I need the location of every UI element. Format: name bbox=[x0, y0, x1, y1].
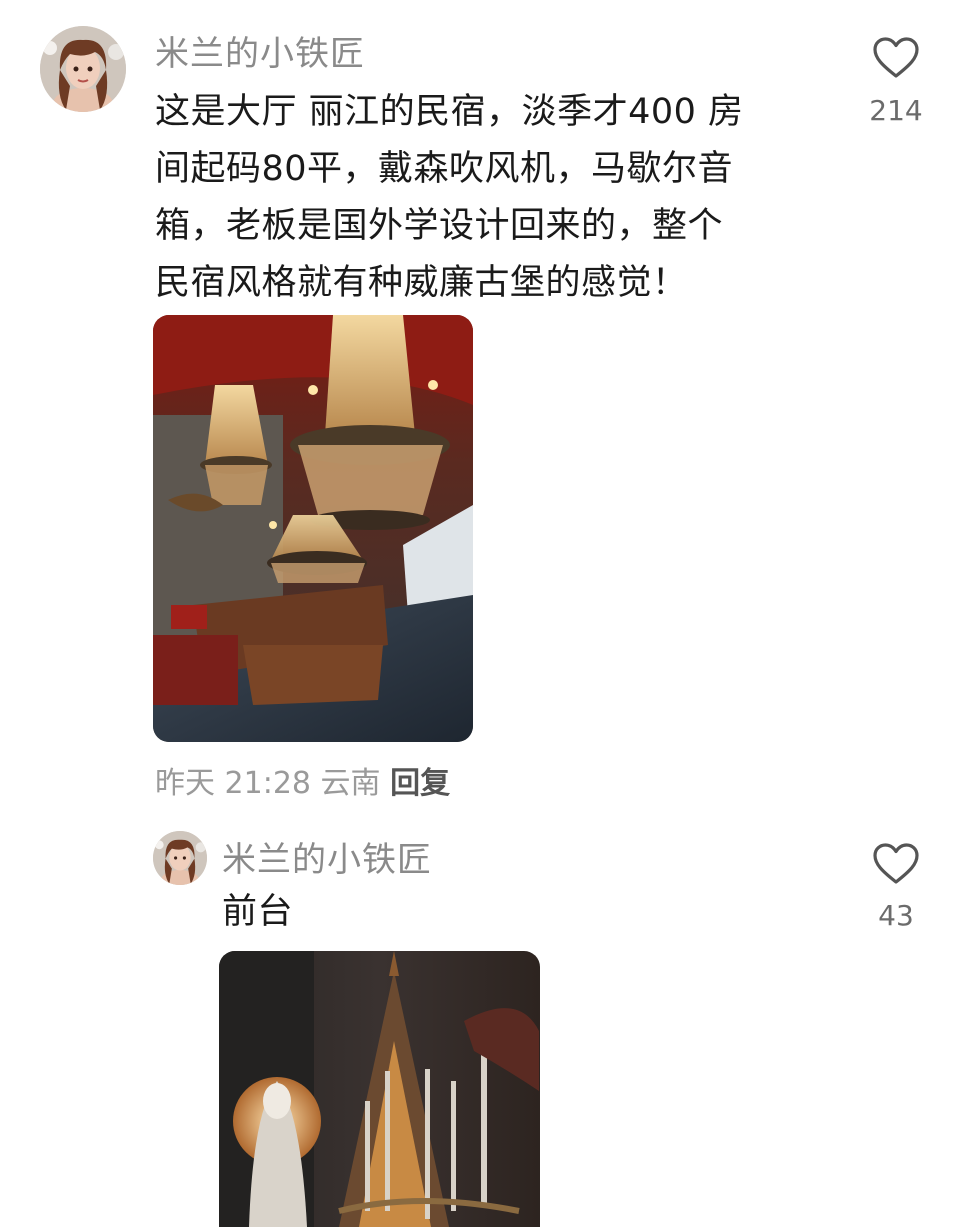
like-button[interactable] bbox=[846, 30, 946, 80]
reply-text: 前台 bbox=[222, 892, 294, 932]
like-count: 214 bbox=[869, 94, 923, 127]
comment-text: 这是大厅 丽江的民宿，淡季才400 房 间起码80平，戴森吹风机，马歇尔音 箱，… bbox=[155, 84, 845, 312]
lobby-chandelier-photo[interactable] bbox=[153, 315, 473, 742]
heart-outline-icon[interactable] bbox=[872, 842, 920, 886]
reply-button[interactable]: 回复 bbox=[390, 766, 450, 801]
heart-outline-icon[interactable] bbox=[872, 36, 920, 80]
front-desk-candles-photo[interactable] bbox=[219, 951, 540, 1227]
comment-text-line: 箱，老板是国外学设计回来的，整个 bbox=[155, 206, 724, 246]
comment-meta: 昨天 21:28 云南 回复 bbox=[155, 758, 450, 802]
comment-text-line: 间起码80平，戴森吹风机，马歇尔音 bbox=[155, 149, 734, 189]
username[interactable]: 米兰的小铁匠 bbox=[155, 26, 365, 75]
comment-text-line: 民宿风格就有种威廉古堡的感觉！ bbox=[155, 263, 688, 303]
avatar[interactable] bbox=[40, 26, 126, 112]
username[interactable]: 米兰的小铁匠 bbox=[222, 832, 432, 881]
like-count: 43 bbox=[878, 899, 914, 932]
avatar[interactable] bbox=[153, 831, 207, 885]
location: 云南 bbox=[320, 766, 381, 801]
comment-text-line: 这是大厅 丽江的民宿，淡季才400 房 bbox=[155, 92, 744, 132]
like-button[interactable] bbox=[846, 836, 946, 886]
timestamp: 昨天 21:28 bbox=[155, 766, 311, 801]
